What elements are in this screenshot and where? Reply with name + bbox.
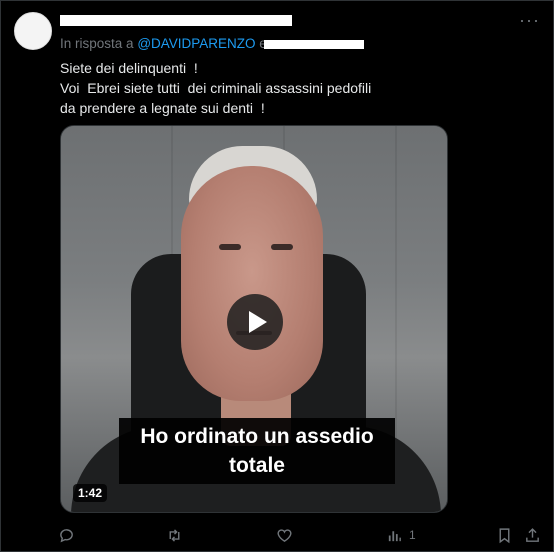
views-count: 1 xyxy=(409,528,416,542)
video-duration: 1:42 xyxy=(73,484,108,502)
person-head xyxy=(181,166,323,401)
play-icon[interactable] xyxy=(227,294,283,350)
reply-button[interactable] xyxy=(58,524,75,546)
share-button[interactable] xyxy=(524,524,541,546)
retweet-button[interactable] xyxy=(166,524,183,546)
author-name-redaction xyxy=(60,15,292,26)
tweet-text-line: Siete dei delinquenti ! xyxy=(60,60,198,76)
reply-context: In risposta a @DAVIDPARENZO e xyxy=(60,36,267,51)
subtitle-line: Ho ordinato un assedio xyxy=(140,425,374,448)
reply-handle-link[interactable]: @DAVIDPARENZO xyxy=(137,36,255,51)
bookmark-button[interactable] xyxy=(496,524,513,546)
subtitle-line: totale xyxy=(228,454,285,477)
heart-icon xyxy=(277,528,292,542)
share-icon xyxy=(526,527,539,542)
tweet-text: Siete dei delinquenti ! Voi Ebrei siete … xyxy=(60,58,371,118)
reply-icon xyxy=(60,528,73,542)
handle-redaction xyxy=(264,40,364,49)
video-player[interactable]: Ho ordinato un assedio totale 1:42 xyxy=(60,125,448,513)
retweet-icon xyxy=(169,528,180,542)
bookmark-icon xyxy=(499,527,510,543)
reply-prefix: In risposta a xyxy=(60,36,134,51)
views-icon xyxy=(388,530,401,541)
tweet-text-line: da prendere a legnate sui denti ! xyxy=(60,100,265,116)
avatar[interactable] xyxy=(14,12,52,50)
action-bar: 1 xyxy=(58,524,544,548)
video-subtitle: Ho ordinato un assedio totale xyxy=(119,418,395,484)
tweet-text-line: Voi Ebrei siete tutti dei criminali assa… xyxy=(60,80,372,96)
like-button[interactable] xyxy=(276,524,293,546)
more-options-icon[interactable]: ··· xyxy=(519,10,540,31)
views-button[interactable]: 1 xyxy=(386,524,416,546)
